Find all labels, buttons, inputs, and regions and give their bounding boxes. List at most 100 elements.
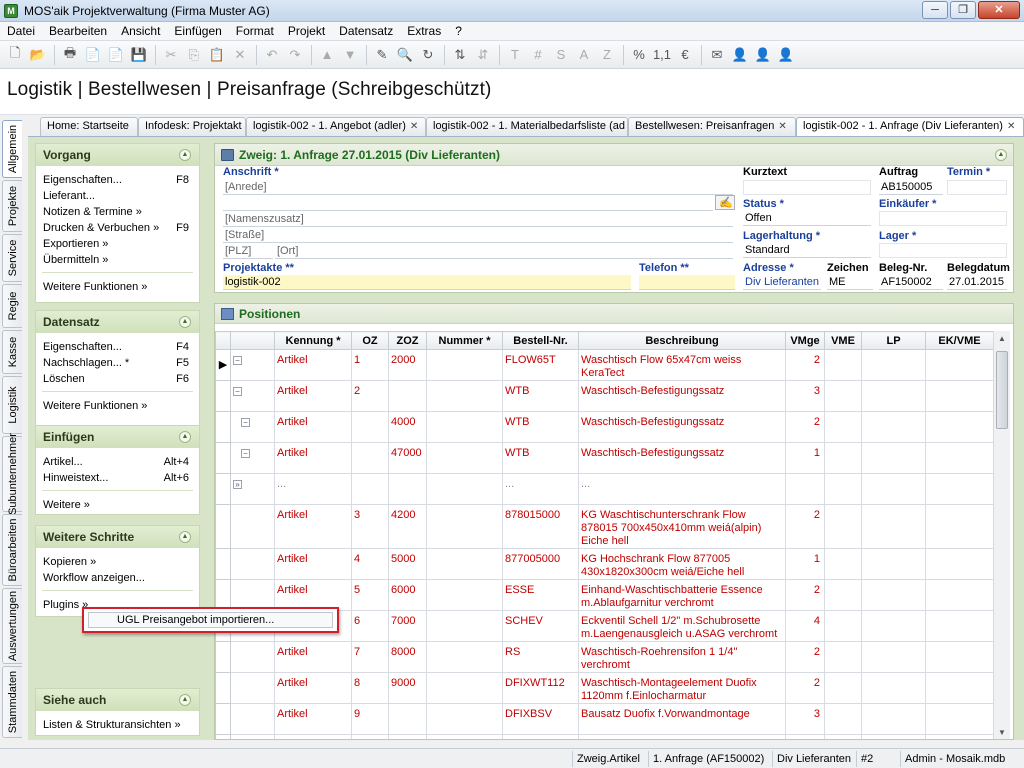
panel-link[interactable]: Drucken & Verbuchen » F9 [36, 220, 199, 236]
table-row[interactable]: Artikel 9 DFIXBSV Bausatz Duofix f.Vorwandm… [215, 703, 993, 735]
cell-oz[interactable]: 9 [351, 703, 389, 735]
menu-item-3[interactable]: Einfügen [167, 24, 228, 38]
cell-vmge[interactable]: 2 [785, 672, 825, 704]
table-row[interactable]: − Artikel 2 WTB Waschtisch-Befestigungssatz 3 [215, 380, 993, 412]
menu-item-2[interactable]: Ansicht [114, 24, 167, 38]
cell-empty[interactable] [861, 380, 926, 412]
termin-field[interactable] [947, 180, 1007, 195]
collapse-icon[interactable]: ▲ [179, 316, 191, 328]
cell-empty[interactable] [861, 703, 926, 735]
tab-close-icon[interactable]: ✕ [1007, 121, 1015, 132]
cell-kennung[interactable]: Artikel [274, 442, 352, 474]
cell-vmge[interactable]: 2 [785, 411, 825, 443]
toolbar-button-13[interactable]: ▼ [339, 44, 361, 66]
panel-link[interactable]: Eigenschaften... F4 [36, 339, 199, 355]
cell-empty[interactable] [824, 380, 862, 412]
vertical-tab-auswertungen[interactable]: Auswertungen [2, 588, 22, 664]
cell-empty[interactable] [861, 641, 926, 673]
cell-vmge[interactable]: 1 [785, 442, 825, 474]
toolbar-button-14[interactable]: ✎ [371, 44, 393, 66]
collapse-icon[interactable]: ▲ [179, 694, 191, 706]
toolbar-button-8[interactable]: 📋 [206, 44, 228, 66]
table-row[interactable]: Artikel 5 6000 ESSE Einhand-Waschtischbatter… [215, 579, 993, 611]
vertical-tab-logistik[interactable]: Logistik [2, 376, 22, 434]
cell-zoz[interactable]: 6000 [388, 579, 427, 611]
cell-bestell[interactable]: RS [502, 641, 579, 673]
cell-beschreibung[interactable]: Waschtisch Flow 65x47cm weiss KeraTect [578, 349, 786, 381]
ort-field[interactable]: [Ort] [275, 244, 733, 259]
row-selector[interactable] [215, 703, 231, 735]
cell-oz[interactable] [351, 411, 389, 443]
toolbar-button-27[interactable]: ✉ [706, 44, 728, 66]
expand-icon[interactable]: − [241, 449, 250, 458]
cell-empty[interactable] [861, 504, 926, 549]
column-header-4[interactable]: ZOZ [388, 331, 427, 350]
menu-item-6[interactable]: Datensatz [332, 24, 400, 38]
table-row[interactable]: − Artikel 47000 WTB Waschtisch-Befestigungs… [215, 442, 993, 474]
cell-empty[interactable] [824, 411, 862, 443]
panel-link[interactable]: Listen & Strukturansichten » [36, 717, 199, 733]
cell-vmge[interactable]: 2 [785, 504, 825, 549]
row-selector[interactable] [215, 442, 231, 474]
telefon-field[interactable] [639, 275, 735, 290]
cell-nummer[interactable] [426, 734, 503, 739]
cell-empty[interactable] [824, 672, 862, 704]
toolbar-button-3[interactable]: 📄 [82, 44, 104, 66]
cell-oz[interactable]: 4 [351, 548, 389, 580]
cell-empty[interactable] [824, 548, 862, 580]
row-selector[interactable]: ▶ [215, 349, 231, 381]
doc-tab-3[interactable]: logistik-002 - 1. Materialbedarfsliste (… [426, 117, 628, 136]
cell-nummer[interactable] [426, 610, 503, 642]
cell-zoz[interactable]: 2000 [388, 349, 427, 381]
cell-empty[interactable] [861, 672, 926, 704]
panel-section-header[interactable]: Einfügen ▲ [36, 426, 199, 448]
cell-nummer[interactable] [426, 504, 503, 549]
vertical-tab-regie[interactable]: Regie [2, 284, 22, 328]
cell-nummer[interactable] [426, 641, 503, 673]
cell-beschreibung[interactable]: KG Hochschrank Flow 877005 430x1820x300c… [578, 548, 786, 580]
cell-kennung[interactable]: Artikel [274, 703, 352, 735]
collapse-icon[interactable]: ▲ [179, 531, 191, 543]
column-header-0[interactable] [215, 331, 231, 350]
panel-link[interactable]: Nachschlagen... * F5 [36, 355, 199, 371]
table-row[interactable]: »......... [215, 473, 993, 505]
cell-bestell[interactable]: FLOW65T [502, 349, 579, 381]
cell-empty[interactable] [925, 380, 993, 412]
cell-empty[interactable] [824, 641, 862, 673]
toolbar-button-21[interactable]: S [550, 44, 572, 66]
cell-vmge[interactable]: 2 [785, 579, 825, 611]
cell-empty[interactable] [824, 734, 862, 739]
menu-item-5[interactable]: Projekt [281, 24, 332, 38]
vertical-tab-stammdaten[interactable]: Stammdaten [2, 666, 22, 738]
vertical-tab-projekte[interactable]: Projekte [2, 180, 22, 232]
cell-empty[interactable] [925, 734, 993, 739]
cell-oz[interactable]: 3 [351, 504, 389, 549]
cell-beschreibung[interactable]: Einhand-Waschtischbatterie Essence m.Abl… [578, 579, 786, 611]
cell-nummer[interactable] [426, 672, 503, 704]
cell-empty[interactable] [824, 703, 862, 735]
menu-item-7[interactable]: Extras [400, 24, 448, 38]
cell-bestell[interactable]: WTB [502, 442, 579, 474]
cell-oz[interactable] [351, 734, 389, 739]
panel-link[interactable]: Löschen F6 [36, 371, 199, 387]
cell-empty[interactable] [861, 548, 926, 580]
cell-kennung[interactable]: Artikel [274, 548, 352, 580]
row-selector[interactable] [215, 579, 231, 611]
cell-empty[interactable] [824, 610, 862, 642]
panel-more-link[interactable]: Weitere » [36, 497, 199, 513]
cell-beschreibung[interactable]: Bausatz Duofix f.Vorwandmontage [578, 703, 786, 735]
toolbar-button-16[interactable]: ↻ [417, 44, 439, 66]
table-row[interactable]: Artikel 10000 DFIXBSVBausatz Duofix f.Vorw… [215, 734, 993, 739]
status-field[interactable]: Offen [743, 211, 871, 226]
cell-oz[interactable]: 6 [351, 610, 389, 642]
toolbar-button-19[interactable]: T [504, 44, 526, 66]
column-header-3[interactable]: OZ [351, 331, 389, 350]
anrede-field[interactable]: [Anrede] [223, 180, 733, 195]
cell-zoz[interactable]: 5000 [388, 548, 427, 580]
cell-nummer[interactable] [426, 703, 503, 735]
cell-beschreibung[interactable]: KG Waschtischunterschrank Flow 878015 70… [578, 504, 786, 549]
cell-bestell[interactable]: DFIXBSV [502, 703, 579, 735]
einkaeufer-field[interactable] [879, 211, 1007, 226]
zeichen-field[interactable]: ME [827, 275, 873, 290]
panel-more-link[interactable]: Weitere Funktionen » [36, 279, 199, 295]
